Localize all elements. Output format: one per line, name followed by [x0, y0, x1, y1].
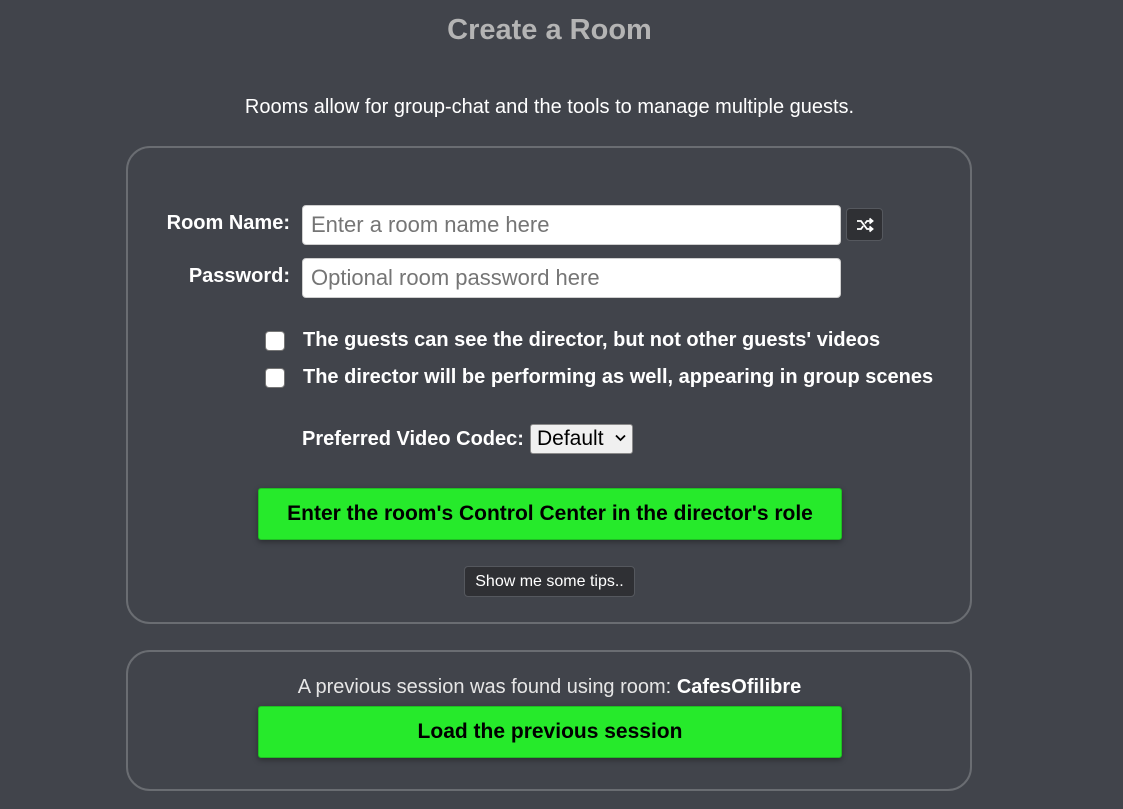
hide-guests-checkbox[interactable] [265, 330, 285, 351]
load-previous-session-button[interactable]: Load the previous session [258, 706, 842, 758]
page-subtitle: Rooms allow for group-chat and the tools… [244, 96, 855, 118]
random-room-name-button[interactable] [846, 208, 883, 241]
codec-selected-value: Default [537, 427, 604, 450]
password-input[interactable] [302, 258, 841, 298]
codec-select[interactable]: Default [530, 424, 633, 454]
room-name-label: Room Name: [166, 212, 290, 234]
previous-room-name: CafesOfilibre [676, 676, 802, 698]
chevron-down-icon [615, 434, 626, 442]
shuffle-icon [856, 217, 874, 232]
director-performs-checkbox[interactable] [265, 367, 285, 388]
codec-label: Preferred Video Codec: [302, 428, 524, 450]
previous-session-text: A previous session was found using room:… [0, 676, 1099, 699]
password-label: Password: [188, 265, 290, 287]
create-room-page: Create a Room Rooms allow for group-chat… [0, 0, 1123, 809]
checkbox-row-hide-guests: The guests can see the director, but not… [265, 329, 880, 352]
enter-control-center-button[interactable]: Enter the room's Control Center in the d… [258, 488, 842, 540]
room-name-input[interactable] [302, 205, 841, 245]
checkbox-row-director-performs: The director will be performing as well,… [265, 366, 933, 389]
director-performs-label: The director will be performing as well,… [303, 366, 934, 388]
page-title: Create a Room [447, 14, 652, 46]
show-tips-button[interactable]: Show me some tips.. [464, 566, 635, 597]
previous-session-prefix: A previous session was found using room: [297, 676, 672, 698]
hide-guests-label: The guests can see the director, but not… [303, 329, 881, 351]
